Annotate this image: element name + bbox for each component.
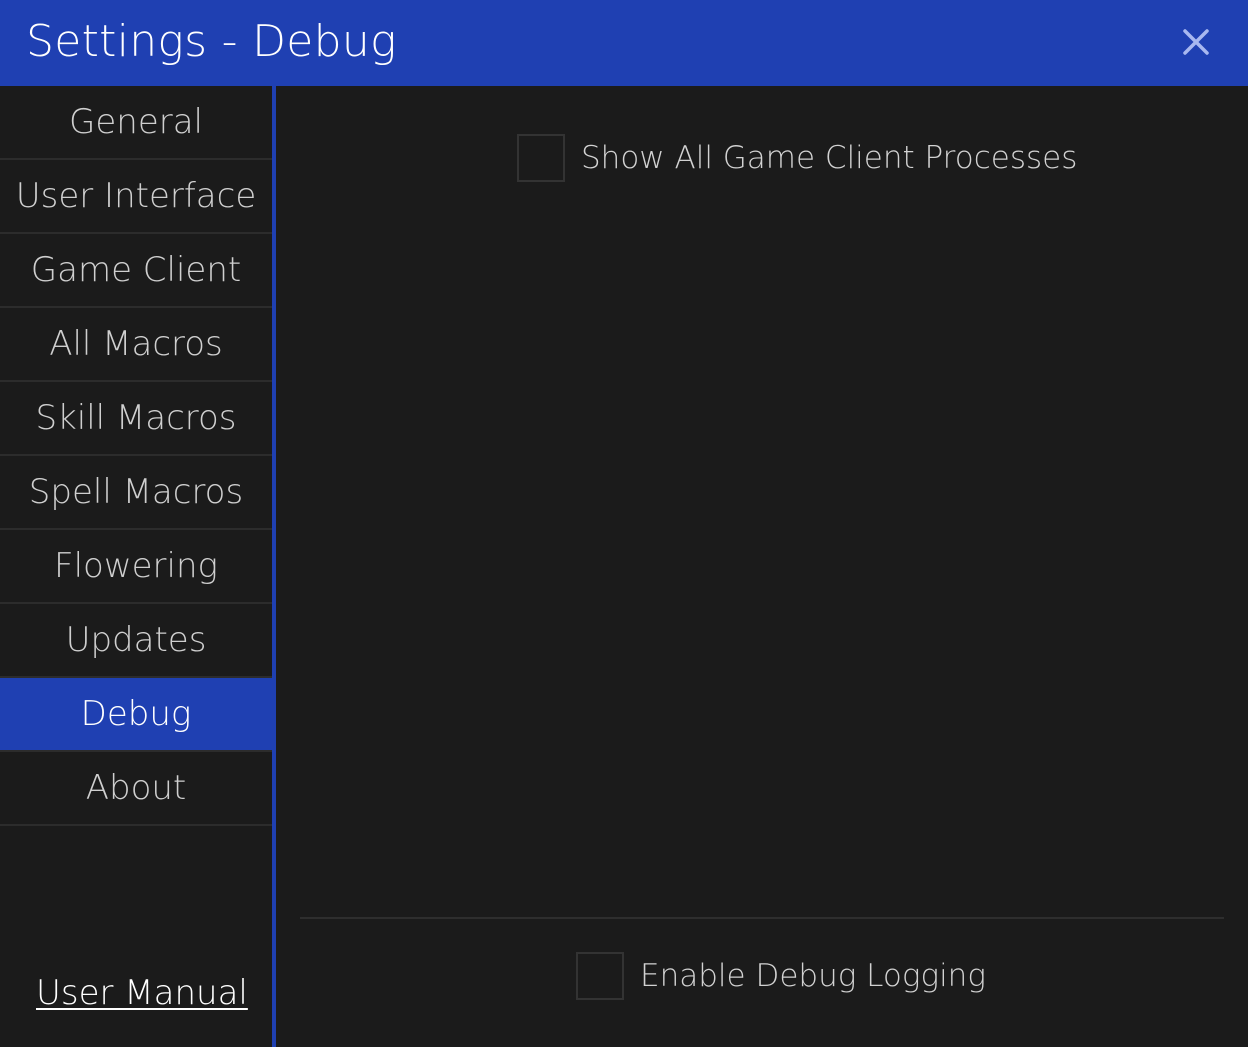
- sidebar-item-spell-macros[interactable]: Spell Macros: [0, 456, 272, 530]
- settings-window: Settings - Debug General User Interface …: [0, 0, 1248, 1047]
- sidebar-item-general[interactable]: General: [0, 86, 272, 160]
- sidebar: General User Interface Game Client All M…: [0, 86, 272, 1047]
- title-bar: Settings - Debug: [0, 0, 1248, 86]
- enable-debug-logging-option: Enable Debug Logging: [576, 952, 986, 1000]
- enable-debug-logging-label: Enable Debug Logging: [640, 958, 986, 994]
- show-all-processes-checkbox[interactable]: [517, 134, 565, 182]
- close-button[interactable]: [1176, 22, 1216, 62]
- debug-settings-panel: Show All Game Client Processes Enable De…: [276, 86, 1248, 1047]
- sidebar-item-about[interactable]: About: [0, 752, 272, 826]
- sidebar-nav: General User Interface Game Client All M…: [0, 86, 272, 826]
- section-divider: [300, 917, 1224, 919]
- show-all-processes-label: Show All Game Client Processes: [581, 140, 1078, 176]
- sidebar-item-user-interface[interactable]: User Interface: [0, 160, 272, 234]
- sidebar-item-all-macros[interactable]: All Macros: [0, 308, 272, 382]
- sidebar-item-debug[interactable]: Debug: [0, 678, 272, 752]
- sidebar-item-updates[interactable]: Updates: [0, 604, 272, 678]
- user-manual-link[interactable]: User Manual: [36, 973, 248, 1013]
- sidebar-item-flowering[interactable]: Flowering: [0, 530, 272, 604]
- sidebar-item-skill-macros[interactable]: Skill Macros: [0, 382, 272, 456]
- close-icon: [1183, 29, 1209, 55]
- enable-debug-logging-checkbox[interactable]: [576, 952, 624, 1000]
- show-all-processes-option: Show All Game Client Processes: [517, 134, 1077, 182]
- sidebar-item-game-client[interactable]: Game Client: [0, 234, 272, 308]
- window-title: Settings - Debug: [26, 16, 397, 67]
